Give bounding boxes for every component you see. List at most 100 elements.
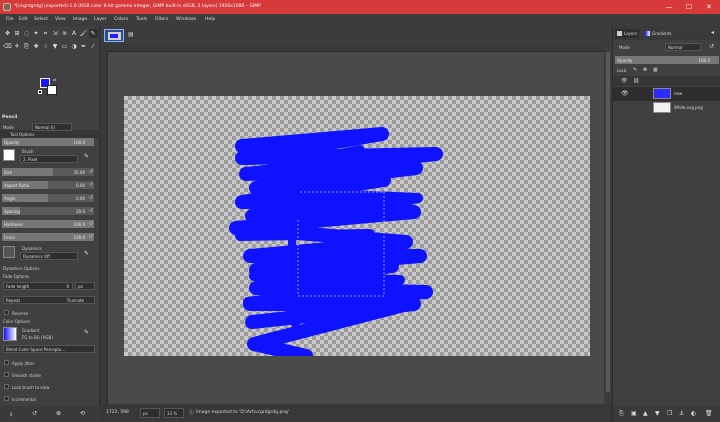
spacing-reset-icon[interactable]: ↺ [89,208,93,214]
spacing-slider[interactable]: Spacing 20.0 ↺ [2,207,94,215]
ruler-corner[interactable] [100,44,108,52]
incremental-checkbox[interactable] [4,396,9,401]
size-slider[interactable]: Size 35.00 ↺ [2,168,94,176]
reset-colors-icon[interactable] [38,90,42,94]
menu-help[interactable]: Help [205,17,215,22]
apply-jitter-checkbox[interactable] [4,360,9,365]
warp-icon[interactable]: ≋ [60,29,69,38]
menu-select[interactable]: Select [34,17,48,22]
color-picker-icon[interactable]: ⁄ [89,42,98,51]
vertical-ruler[interactable] [100,52,108,404]
dynamics-preview[interactable] [3,246,15,258]
align-icon[interactable]: ⊞ [13,29,22,38]
hardness-slider[interactable]: Hardness 100.0 ↺ [2,220,94,228]
raise-layer-icon[interactable]: ▲ [643,410,648,417]
canvas-area[interactable] [108,52,604,404]
menu-view[interactable]: View [55,17,66,22]
dynamics-options-expander[interactable]: Dynamics Options [3,266,39,271]
opacity-slider[interactable]: Opacity 100.0 [2,138,94,146]
layer-mode-reset-icon[interactable]: ↺ [709,43,714,50]
lock-pixels-icon[interactable]: ✎ [633,67,637,73]
menu-tools[interactable]: Tools [136,17,147,22]
fade-unit-dropdown[interactable]: px [75,282,95,290]
force-reset-icon[interactable]: ↺ [89,234,93,240]
layer-row-new[interactable]: 👁 new [613,87,720,101]
layer-opacity-slider[interactable]: Opacity 100.0 [615,56,719,64]
tab-menu-icon[interactable]: ▤ [128,31,134,38]
edit-gradient-icon[interactable]: ✎ [84,329,89,336]
vertical-scrollbar[interactable] [604,44,612,404]
path-icon[interactable]: ✒ [79,42,88,51]
mask-layer-icon[interactable]: ◐ [691,410,696,417]
new-layer-icon[interactable]: ⎘ [619,410,624,418]
clone-icon[interactable]: ⎘ [22,42,31,51]
bucket-fill-icon[interactable]: ▼ [51,42,60,51]
menu-filters[interactable]: Filters [155,17,169,22]
tab-gradients[interactable]: Gradients [643,29,674,38]
swap-colors-icon[interactable]: ⇄ [53,77,56,82]
hardness-reset-icon[interactable]: ↺ [89,221,93,227]
anchor-layer-icon[interactable]: ⚓ [679,410,684,417]
angle-reset-icon[interactable]: ↺ [89,195,93,201]
layer-row-white[interactable]: White.svg.png [613,101,720,115]
pencil-icon[interactable]: ✎ [88,29,98,38]
menu-edit[interactable]: Edit [19,17,28,22]
horizontal-ruler[interactable] [108,44,604,52]
lock-brush-checkbox[interactable] [4,384,9,389]
move-icon[interactable]: ✥ [3,29,12,38]
unified-transform-icon[interactable]: ⇲ [51,29,60,38]
fuzzy-select-icon[interactable]: ✦ [32,29,41,38]
blend-color-space-dropdown[interactable]: Blend Color Space Perceptu... [3,345,95,353]
image-canvas[interactable] [124,96,590,363]
menu-file[interactable]: File [6,17,14,22]
size-reset-icon[interactable]: ↺ [89,169,93,175]
save-options-icon[interactable]: ⭳ [10,410,12,420]
eraser-icon[interactable]: ⌫ [3,42,12,51]
new-group-icon[interactable]: ▣ [631,410,637,417]
lower-layer-icon[interactable]: ▼ [655,410,660,417]
delete-options-icon[interactable]: ⊗ [56,410,61,417]
scrollbar-thumb[interactable] [606,52,610,392]
dynamics-field[interactable]: Dynamics Off [20,252,78,260]
edit-dynamics-icon[interactable]: ✎ [84,250,89,257]
menu-colors[interactable]: Colors [114,17,128,22]
brush-preview[interactable] [3,149,15,161]
text-icon[interactable]: A [70,29,79,38]
image-tab[interactable] [104,29,124,42]
angle-slider[interactable]: Angle 0.00 ↺ [2,194,94,202]
blend-icon[interactable]: ▭ [60,42,69,51]
lock-position-icon[interactable]: ✥ [643,67,647,73]
configure-tab-icon[interactable]: ◂ [711,29,714,36]
layer-mode-dropdown[interactable]: Normal [665,43,701,51]
heal-icon[interactable]: ✚ [32,42,41,51]
minimize-button[interactable]: — [662,2,676,12]
zoom-dropdown[interactable]: 33 % [164,408,184,418]
smudge-icon[interactable]: ☝ [41,42,50,51]
tab-layers[interactable]: Layers [615,29,640,38]
unit-dropdown[interactable]: px [140,408,160,418]
aspect-ratio-slider[interactable]: Aspect Ratio 0.00 ↺ [2,181,94,189]
layer-visibility-eye-icon[interactable]: 👁 [621,90,629,97]
aspect-ratio-reset-icon[interactable]: ↺ [89,182,93,188]
brush-name-field[interactable]: 2. Pixel [20,155,78,163]
dodge-icon[interactable]: ◑ [70,42,79,51]
close-button[interactable]: ✕ [702,2,716,12]
menu-layer[interactable]: Layer [94,17,107,22]
free-select-icon[interactable]: ◌ [22,29,31,38]
reset-options-icon[interactable]: ⟲ [80,410,85,417]
mode-dropdown[interactable]: Normal (l) [32,123,72,131]
paintbrush-icon[interactable]: 🖌 [79,29,88,38]
menu-image[interactable]: Image [73,17,87,22]
lock-alpha-icon[interactable]: ▦ [653,67,658,73]
reverse-checkbox[interactable] [4,310,9,315]
restore-options-icon[interactable]: ↺ [32,410,37,417]
airbrush-icon[interactable]: ✈ [13,42,22,51]
delete-layer-icon[interactable]: 🗑 [705,410,713,417]
menu-windows[interactable]: Windows [176,17,196,22]
force-slider[interactable]: Force 100.0 ↺ [2,233,94,241]
fade-length-field[interactable]: Fade length 0 [3,282,73,290]
repeat-dropdown[interactable]: Repeat Truncate [3,296,95,304]
edit-brush-icon[interactable]: ✎ [84,153,89,160]
duplicate-layer-icon[interactable]: ❐ [667,410,672,417]
crop-icon[interactable]: ⌗ [41,29,50,38]
